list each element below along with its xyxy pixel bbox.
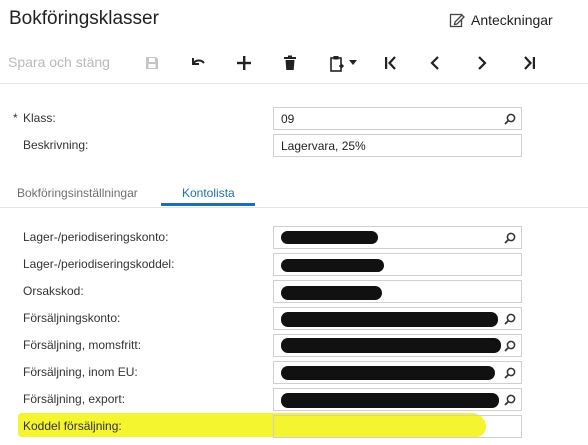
delete-icon[interactable] <box>279 52 301 74</box>
account-field[interactable] <box>273 415 522 438</box>
save-icon[interactable] <box>141 52 163 74</box>
redaction-mark <box>281 231 378 244</box>
undo-icon[interactable] <box>187 52 209 74</box>
notes-label: Anteckningar <box>471 12 553 28</box>
klass-row: * Klass: 09 <box>0 107 588 131</box>
account-label: Koddel försäljning: <box>23 419 122 433</box>
search-icon[interactable] <box>504 313 516 325</box>
redaction-mark <box>281 393 499 408</box>
account-row: Försäljningskonto: <box>0 307 588 331</box>
first-record-icon[interactable] <box>380 52 402 74</box>
account-label: Försäljningskonto: <box>23 311 121 325</box>
edit-notes-icon <box>449 13 465 28</box>
tab-bar: Bokföringsinställningar Kontolista <box>0 178 588 208</box>
account-row: Försäljning, export: <box>0 388 588 412</box>
klass-label: Klass: <box>23 111 56 125</box>
search-icon[interactable] <box>504 340 516 352</box>
beskrivning-field[interactable]: Lagervara, 25% <box>273 134 522 157</box>
account-row-highlighted: Koddel försäljning: <box>0 415 588 439</box>
page-title: Bokföringsklasser <box>9 8 159 29</box>
next-record-icon[interactable] <box>471 52 493 74</box>
clipboard-icon <box>330 55 345 72</box>
account-row: Orsakskod: <box>0 280 588 304</box>
account-label: Försäljning, inom EU: <box>23 365 138 379</box>
required-marker: * <box>13 111 18 125</box>
beskrivning-label: Beskrivning: <box>23 138 89 152</box>
klass-value: 09 <box>281 112 295 126</box>
tab-kontolista[interactable]: Kontolista <box>182 186 235 200</box>
account-label: Försäljning, export: <box>23 392 126 406</box>
redaction-mark <box>281 286 382 300</box>
redaction-mark <box>281 259 384 272</box>
account-label: Orsakskod: <box>23 284 84 298</box>
tab-bokforingsinstallningar[interactable]: Bokföringsinställningar <box>17 186 138 200</box>
account-label: Lager-/periodiseringskoddel: <box>23 257 175 271</box>
klass-field[interactable]: 09 <box>273 107 522 130</box>
save-and-close-button[interactable]: Spara och stäng <box>8 54 110 70</box>
account-row: Lager-/periodiseringskoddel: <box>0 253 588 277</box>
search-icon[interactable] <box>504 232 516 244</box>
previous-record-icon[interactable] <box>424 52 446 74</box>
chevron-down-icon <box>349 60 357 65</box>
search-icon[interactable] <box>504 394 516 406</box>
toolbar: Spara och stäng <box>0 42 588 84</box>
account-row: Försäljning, inom EU: <box>0 361 588 385</box>
search-icon[interactable] <box>504 367 516 379</box>
beskrivning-value: Lagervara, 25% <box>281 139 366 153</box>
beskrivning-row: Beskrivning: Lagervara, 25% <box>0 134 588 158</box>
add-icon[interactable] <box>233 52 255 74</box>
account-row: Försäljning, momsfritt: <box>0 334 588 358</box>
redaction-mark <box>281 338 501 353</box>
last-record-icon[interactable] <box>518 52 540 74</box>
account-label: Försäljning, momsfritt: <box>23 338 142 352</box>
search-icon[interactable] <box>504 113 516 125</box>
redaction-mark <box>281 312 498 327</box>
account-row: Lager-/periodiseringskonto: <box>0 226 588 250</box>
header: Bokföringsklasser Anteckningar <box>0 0 588 40</box>
account-label: Lager-/periodiseringskonto: <box>23 230 169 244</box>
notes-button[interactable]: Anteckningar <box>449 12 553 28</box>
clipboard-menu-button[interactable] <box>326 52 360 74</box>
redaction-mark <box>281 366 495 380</box>
active-tab-indicator <box>161 203 255 206</box>
